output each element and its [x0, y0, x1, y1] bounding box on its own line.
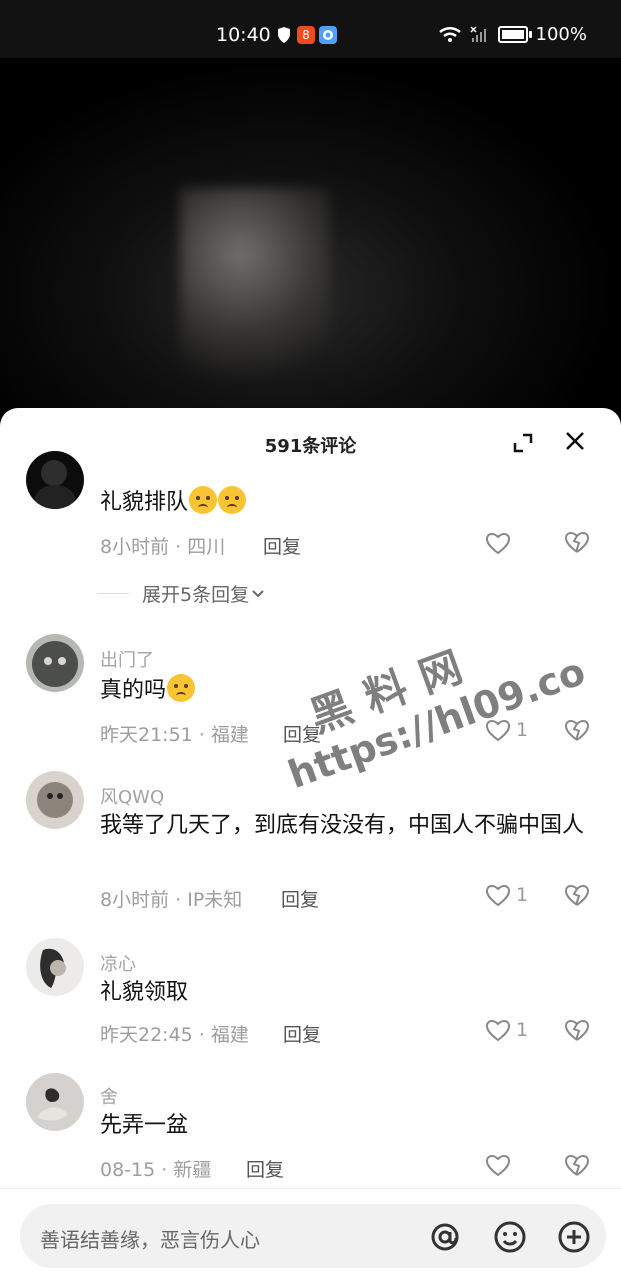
comment-text: 先弄一盆	[100, 1113, 189, 1138]
comment-meta: 昨天21:51 · 福建	[100, 724, 249, 746]
comment-text: 礼貌排队	[100, 486, 590, 519]
user-avatar[interactable]	[26, 634, 84, 692]
dislike-button[interactable]	[564, 718, 590, 744]
dislike-button[interactable]	[564, 883, 590, 909]
reply-button[interactable]: 回复	[283, 720, 321, 747]
username[interactable]: 凉心	[100, 950, 136, 976]
system-status: 100%	[438, 24, 587, 45]
at-mention-icon[interactable]	[428, 1220, 462, 1254]
battery-icon	[497, 26, 532, 43]
wifi-icon	[438, 26, 461, 42]
dislike-button[interactable]	[564, 1018, 590, 1044]
dislike-button[interactable]	[564, 530, 590, 556]
reply-button[interactable]: 回复	[281, 885, 319, 912]
video-player[interactable]	[0, 58, 621, 418]
comment-input-bar[interactable]: 善语结善缘，恶言伤人心	[20, 1204, 606, 1268]
comment-input[interactable]: 善语结善缘，恶言伤人心	[40, 1224, 260, 1253]
crying-emoji-icon	[167, 674, 196, 702]
tiktok-badge-icon: 8	[297, 26, 315, 44]
comment-meta: 8小时前 · 四川	[100, 536, 226, 558]
like-button[interactable]	[485, 531, 511, 555]
heart-icon	[485, 1019, 511, 1042]
like-count: 1	[516, 1019, 529, 1041]
expand-icon[interactable]	[512, 432, 534, 454]
add-icon[interactable]	[557, 1220, 591, 1254]
comment-text: 礼貌领取	[100, 980, 189, 1005]
reply-button[interactable]: 回复	[246, 1155, 284, 1182]
shield-icon	[275, 26, 293, 44]
dislike-button[interactable]	[564, 1153, 590, 1179]
comment-meta: 08-15 · 新疆	[100, 1159, 212, 1181]
username[interactable]: 出门了	[100, 646, 154, 672]
close-icon[interactable]	[562, 428, 588, 454]
user-avatar[interactable]	[26, 451, 84, 509]
video-subject	[180, 188, 330, 408]
broken-heart-icon	[564, 531, 590, 553]
input-divider	[0, 1188, 621, 1189]
comment-meta: 昨天22:45 · 福建	[100, 1024, 249, 1046]
like-count: 1	[516, 719, 529, 741]
status-bar: 10:40 8 100%	[0, 0, 621, 58]
comment-text: 真的吗	[100, 674, 590, 707]
like-button[interactable]	[485, 1153, 511, 1177]
reply-button[interactable]: 回复	[283, 1020, 321, 1047]
emoji-picker-icon[interactable]	[493, 1220, 527, 1254]
broken-heart-icon	[564, 1019, 590, 1041]
user-avatar[interactable]	[26, 1073, 84, 1131]
broken-heart-icon	[564, 884, 590, 906]
broken-heart-icon	[564, 1154, 590, 1176]
like-button[interactable]: 1	[485, 1018, 528, 1042]
username[interactable]: 舍	[100, 1083, 118, 1109]
user-avatar[interactable]	[26, 938, 84, 996]
like-button[interactable]: 1	[485, 718, 528, 742]
username[interactable]: 风QWQ	[100, 783, 164, 809]
heart-icon	[485, 884, 511, 907]
signal-icon	[470, 25, 486, 42]
status-time: 10:40	[216, 24, 271, 46]
expand-replies-button[interactable]: 展开5条回复	[97, 580, 267, 607]
heart-icon	[485, 1154, 511, 1177]
comment-meta: 8小时前 · IP未知	[100, 889, 243, 911]
comment-text: 我等了几天了，到底有没没有，中国人不骗中国人	[100, 813, 585, 838]
heart-icon	[485, 532, 511, 555]
comments-sheet: 591条评论 礼貌排队 8小时前 · 四川 回复 展开5条回复 出门了 真的吗 …	[0, 408, 621, 1280]
chevron-down-icon	[252, 589, 264, 597]
like-count: 1	[516, 884, 529, 906]
crying-emoji-icon	[189, 486, 218, 514]
user-avatar[interactable]	[26, 771, 84, 829]
crying-emoji-icon	[218, 486, 247, 514]
reply-button[interactable]: 回复	[263, 532, 301, 559]
browser-app-icon	[319, 26, 337, 44]
battery-percent: 100%	[535, 24, 587, 45]
heart-icon	[485, 719, 511, 742]
broken-heart-icon	[564, 719, 590, 741]
like-button[interactable]: 1	[485, 883, 528, 907]
